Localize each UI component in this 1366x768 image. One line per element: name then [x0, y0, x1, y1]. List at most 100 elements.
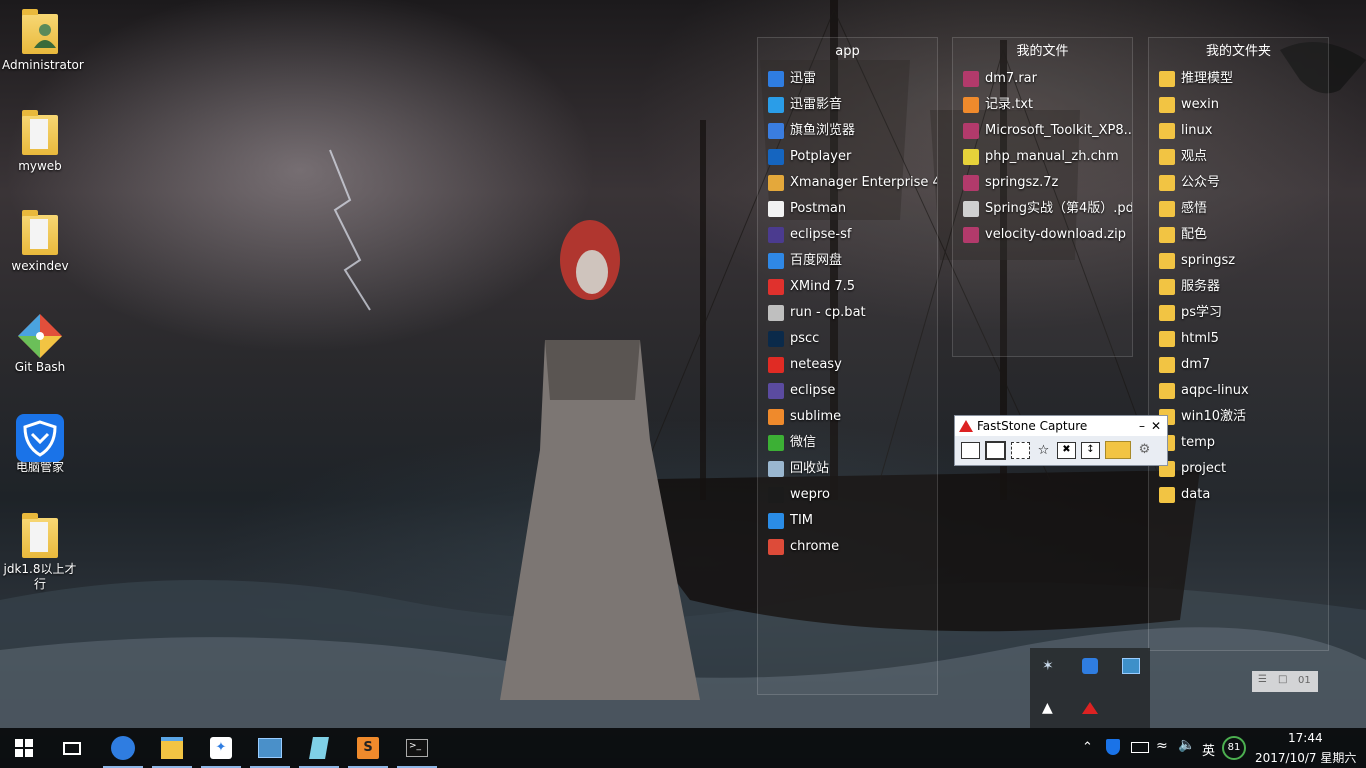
fence-item-label: dm7: [1181, 357, 1211, 372]
desktop-icon-myweb[interactable]: myweb: [2, 105, 78, 174]
fence-item[interactable]: Potplayer: [758, 144, 937, 170]
sublime-file-icon: [963, 97, 979, 113]
desktop-icon-pc-manager[interactable]: 电脑管家: [2, 406, 78, 475]
fence-item[interactable]: springsz: [1149, 248, 1328, 274]
cloud-tray-icon[interactable]: ▲: [1042, 700, 1053, 716]
fence-item[interactable]: sublime: [758, 404, 937, 430]
fence-item-label: 旗鱼浏览器: [790, 123, 856, 138]
close-button[interactable]: ✕: [1151, 416, 1161, 436]
minimize-button[interactable]: –: [1139, 416, 1145, 436]
performance-badge[interactable]: 81: [1222, 736, 1246, 760]
fence-title[interactable]: 我的文件夹: [1149, 38, 1328, 66]
capture-active-window-icon[interactable]: [961, 441, 980, 459]
control-panel-icon: [258, 738, 282, 758]
xunlei-tray-icon[interactable]: [1082, 658, 1098, 674]
fence-item[interactable]: neteasy: [758, 352, 937, 378]
taskbar-app-xunlei-browser[interactable]: [103, 728, 143, 768]
fence-item[interactable]: 旗鱼浏览器: [758, 118, 937, 144]
fence-item[interactable]: wexin: [1149, 92, 1328, 118]
fence-item[interactable]: ps学习: [1149, 300, 1328, 326]
fence-item[interactable]: 公众号: [1149, 170, 1328, 196]
desktop-icon-git-bash[interactable]: Git Bash: [2, 306, 78, 375]
fence-item[interactable]: 回收站: [758, 456, 937, 482]
wifi-icon[interactable]: ≈: [1156, 738, 1168, 754]
fence-item[interactable]: 迅雷影音: [758, 92, 937, 118]
ime-indicator[interactable]: 英: [1202, 740, 1215, 759]
task-view-button[interactable]: [52, 728, 92, 768]
fence-item[interactable]: 百度网盘: [758, 248, 937, 274]
fence-item[interactable]: velocity-download.zip: [953, 222, 1132, 248]
capture-rectangle-icon[interactable]: [1011, 441, 1030, 459]
notification-widget[interactable]: ☰ □ 01: [1252, 671, 1318, 692]
capture-scrolling-icon[interactable]: ↕: [1081, 441, 1100, 459]
fence-item[interactable]: TIM: [758, 508, 937, 534]
fence-item[interactable]: 微信: [758, 430, 937, 456]
fence-item[interactable]: win10激活: [1149, 404, 1328, 430]
fence-item-label: velocity-download.zip: [985, 227, 1126, 242]
fence-item[interactable]: dm7.rar: [953, 66, 1132, 92]
start-button[interactable]: [4, 728, 44, 768]
desktop-icon-label: myweb: [18, 159, 62, 173]
output-dropdown-icon[interactable]: [1105, 441, 1131, 459]
fence-item[interactable]: Spring实战（第4版）.pdf: [953, 196, 1132, 222]
notepad-icon: [309, 737, 329, 759]
faststone-tray-icon[interactable]: [1082, 702, 1098, 714]
desktop-icon-jdk[interactable]: jdk1.8以上才行: [2, 508, 78, 592]
fence-item[interactable]: php_manual_zh.chm: [953, 144, 1132, 170]
volume-icon[interactable]: 🔈: [1178, 737, 1195, 753]
taskbar-app-cmd[interactable]: >_: [397, 728, 437, 768]
fence-item[interactable]: 配色: [1149, 222, 1328, 248]
fence-item[interactable]: run - cp.bat: [758, 300, 937, 326]
fence-item[interactable]: html5: [1149, 326, 1328, 352]
security-shield-icon[interactable]: [1106, 739, 1120, 755]
fence-item[interactable]: 推理模型: [1149, 66, 1328, 92]
settings-icon[interactable]: ⚙: [1136, 442, 1153, 458]
bluetooth-icon[interactable]: ✶: [1042, 658, 1054, 674]
capture-window-object-icon[interactable]: [985, 440, 1006, 460]
desktop-icon-administrator[interactable]: Administrator: [2, 4, 84, 73]
clock-date[interactable]: 2017/10/7 星期六: [1255, 749, 1356, 766]
monitor-tray-icon[interactable]: [1122, 658, 1140, 674]
fence-item[interactable]: Postman: [758, 196, 937, 222]
taskbar-app-sublime[interactable]: S: [348, 728, 388, 768]
fence-item[interactable]: XMind 7.5: [758, 274, 937, 300]
clock-time[interactable]: 17:44: [1288, 731, 1323, 745]
fence-title[interactable]: 我的文件: [953, 38, 1132, 66]
fence-item[interactable]: eclipse: [758, 378, 937, 404]
show-hidden-icons-icon[interactable]: ⌃: [1082, 740, 1093, 755]
fence-item-label: dm7.rar: [985, 71, 1037, 86]
taskbar-app-xunlei[interactable]: ✦: [201, 728, 241, 768]
fence-item[interactable]: Microsoft_Toolkit_XP8...: [953, 118, 1132, 144]
fence-item[interactable]: wepro: [758, 482, 937, 508]
archive-icon: [963, 123, 979, 139]
fence-item[interactable]: 记录.txt: [953, 92, 1132, 118]
fence-item[interactable]: data: [1149, 482, 1328, 508]
fence-item-label: 服务器: [1181, 279, 1221, 294]
fence-item[interactable]: linux: [1149, 118, 1328, 144]
fence-item-label: wexin: [1181, 97, 1219, 112]
fence-item[interactable]: 观点: [1149, 144, 1328, 170]
fence-item[interactable]: 感悟: [1149, 196, 1328, 222]
capture-fullscreen-icon[interactable]: ✖: [1057, 441, 1076, 459]
capture-freehand-icon[interactable]: ☆: [1035, 443, 1052, 458]
taskbar-app-notepad[interactable]: [299, 728, 339, 768]
fence-item[interactable]: springsz.7z: [953, 170, 1132, 196]
fence-item[interactable]: aqpc-linux: [1149, 378, 1328, 404]
fence-item[interactable]: project: [1149, 456, 1328, 482]
fence-item[interactable]: temp: [1149, 430, 1328, 456]
fence-title[interactable]: app: [758, 38, 937, 66]
fence-item[interactable]: pscc: [758, 326, 937, 352]
fence-item[interactable]: Xmanager Enterprise 4: [758, 170, 937, 196]
fence-item[interactable]: 服务器: [1149, 274, 1328, 300]
fence-item[interactable]: chrome: [758, 534, 937, 560]
fence-item[interactable]: dm7: [1149, 352, 1328, 378]
taskbar-app-file-explorer[interactable]: [152, 728, 192, 768]
chm-file-icon: [963, 149, 979, 165]
fence-item[interactable]: eclipse-sf: [758, 222, 937, 248]
faststone-titlebar[interactable]: FastStone Capture – ✕: [955, 416, 1167, 436]
folder-icon: [1159, 97, 1175, 113]
battery-icon[interactable]: [1131, 742, 1149, 753]
desktop-icon-wexindev[interactable]: wexindev: [2, 205, 78, 274]
fence-item[interactable]: 迅雷: [758, 66, 937, 92]
taskbar-app-control-panel[interactable]: [250, 728, 290, 768]
